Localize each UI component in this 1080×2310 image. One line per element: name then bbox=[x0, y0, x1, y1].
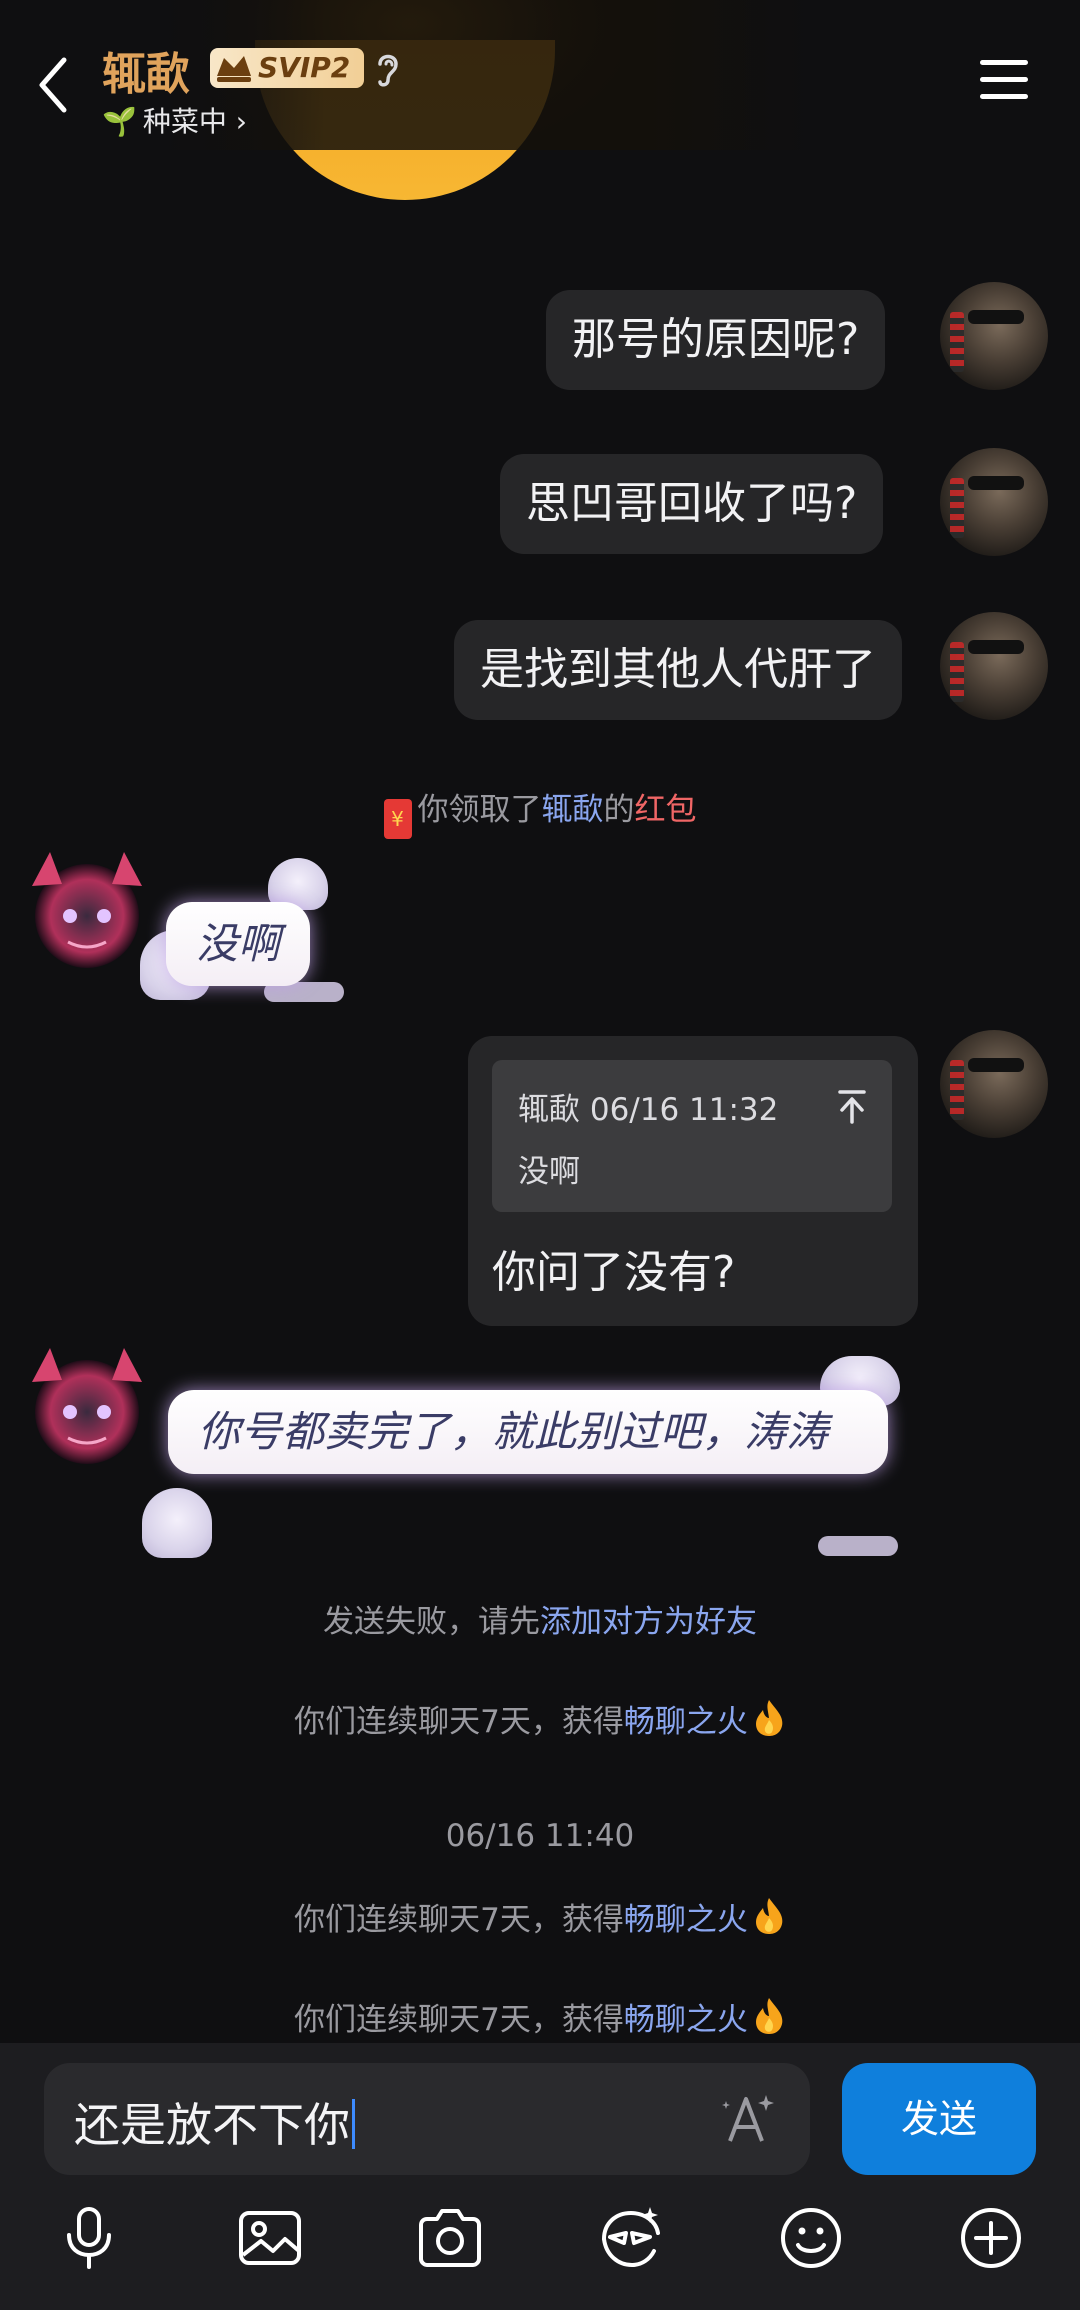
message-input-value: 还是放不下你 bbox=[74, 2098, 350, 2152]
redpacket-sender-link[interactable]: 辄歃 bbox=[542, 792, 604, 828]
flame-icon bbox=[752, 1698, 786, 1738]
status-subtitle[interactable]: 🌱 种菜中 › bbox=[102, 100, 247, 140]
streak-text: 你们连续聊天7天，获得 bbox=[294, 2002, 624, 2038]
message-input[interactable]: 还是放不下你 bbox=[44, 2063, 810, 2175]
message-bubble-received[interactable]: 你号都卖完了，就此别过吧，涛涛 bbox=[168, 1390, 888, 1474]
streak-notice: 你们连续聊天7天，获得畅聊之火 bbox=[0, 1994, 1080, 2039]
streak-notice: 你们连续聊天7天，获得畅聊之火 bbox=[0, 1696, 1080, 1741]
font-style-icon[interactable] bbox=[720, 2089, 776, 2149]
bubble-decoration bbox=[818, 1536, 898, 1556]
streak-text: 你们连续聊天7天，获得 bbox=[294, 1704, 624, 1740]
flame-icon bbox=[752, 1996, 786, 2036]
self-avatar[interactable] bbox=[940, 448, 1048, 556]
streak-text: 你们连续聊天7天，获得 bbox=[294, 1902, 624, 1938]
self-avatar[interactable] bbox=[940, 1030, 1048, 1138]
redpacket-link[interactable]: 红包 bbox=[635, 792, 697, 828]
microphone-icon[interactable] bbox=[54, 2203, 124, 2273]
jump-to-top-icon[interactable] bbox=[834, 1086, 870, 1126]
chat-fire-link[interactable]: 畅聊之火 bbox=[624, 1704, 748, 1740]
chat-fire-link[interactable]: 畅聊之火 bbox=[624, 1902, 748, 1938]
menu-icon[interactable] bbox=[980, 60, 1030, 104]
sprout-icon: 🌱 bbox=[102, 105, 137, 138]
plus-icon[interactable] bbox=[956, 2203, 1026, 2273]
chat-fire-link[interactable]: 畅聊之火 bbox=[624, 2002, 748, 2038]
chat-header: 辄歃 SVIP2 🌱 种菜中 › bbox=[0, 0, 1080, 200]
input-panel: 还是放不下你 发送 bbox=[0, 2043, 1080, 2310]
message-bubble-sent[interactable]: 思凹哥回收了吗? bbox=[500, 454, 884, 554]
message-input-text[interactable]: 还是放不下你 bbox=[74, 2089, 355, 2155]
self-avatar[interactable] bbox=[940, 282, 1048, 390]
image-icon[interactable] bbox=[235, 2203, 305, 2273]
redpacket-middle: 的 bbox=[603, 792, 635, 828]
hearing-icon[interactable] bbox=[372, 48, 404, 90]
message-bubble-sent[interactable]: 是找到其他人代肝了 bbox=[454, 620, 902, 720]
redpacket-icon: ¥ bbox=[383, 799, 412, 839]
redpacket-prefix: 你领取了 bbox=[417, 792, 542, 828]
bubble-decoration bbox=[142, 1488, 212, 1558]
redpacket-notice: ¥ 你领取了辄歃的红包 bbox=[0, 784, 1080, 839]
back-arrow-icon[interactable] bbox=[30, 50, 80, 120]
reply-text: 你问了没有? bbox=[492, 1247, 736, 1298]
message-bubble-sent[interactable]: 那号的原因呢? bbox=[546, 290, 886, 390]
camera-icon[interactable] bbox=[415, 2203, 485, 2273]
message-timestamp: 06/16 11:40 bbox=[445, 1818, 635, 1854]
crown-icon bbox=[214, 50, 254, 86]
message-bubble-received[interactable]: 没啊 bbox=[166, 902, 311, 986]
send-failed-notice: 发送失败，请先添加对方为好友 bbox=[0, 1596, 1080, 1641]
send-button[interactable]: 发送 bbox=[842, 2063, 1036, 2175]
chevron-right-icon: › bbox=[235, 105, 247, 138]
contact-name[interactable]: 辄歃 bbox=[102, 38, 190, 102]
quoted-message-text: 没啊 bbox=[518, 1154, 580, 1190]
sticker-icon[interactable] bbox=[596, 2203, 666, 2273]
streak-notice: 你们连续聊天7天，获得畅聊之火 bbox=[0, 1894, 1080, 1939]
flame-icon bbox=[752, 1896, 786, 1936]
quoted-message[interactable]: 辄歃 06/16 11:32 没啊 bbox=[492, 1060, 892, 1212]
status-text: 种菜中 bbox=[142, 105, 227, 138]
contact-avatar[interactable] bbox=[22, 846, 152, 976]
add-friend-link[interactable]: 添加对方为好友 bbox=[540, 1604, 757, 1640]
svip-badge-label: SVIP2 bbox=[258, 51, 351, 84]
svip-badge[interactable]: SVIP2 bbox=[210, 48, 365, 88]
message-bubble-quote-reply[interactable]: 辄歃 06/16 11:32 没啊 你问了没有? bbox=[468, 1036, 918, 1326]
text-caret bbox=[352, 2099, 355, 2149]
contact-avatar[interactable] bbox=[22, 1342, 152, 1472]
self-avatar[interactable] bbox=[940, 612, 1048, 720]
quoted-message-meta: 辄歃 06/16 11:32 bbox=[518, 1092, 779, 1128]
emoji-icon[interactable] bbox=[776, 2203, 846, 2273]
send-failed-text: 发送失败，请先 bbox=[323, 1604, 540, 1640]
